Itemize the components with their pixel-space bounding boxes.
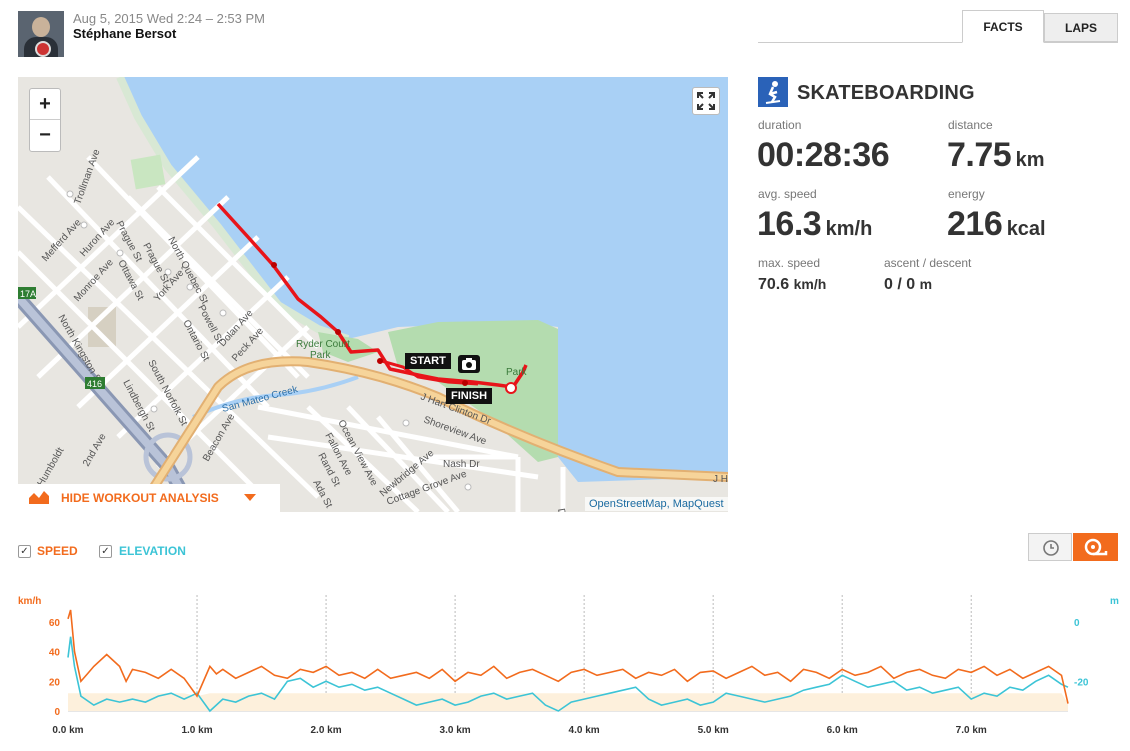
- speed-series-line: [67, 609, 1069, 704]
- hide-analysis-label: HIDE WORKOUT ANALYSIS: [61, 491, 219, 505]
- zoom-control: + −: [29, 88, 61, 152]
- ascent-descent-unit: m: [919, 276, 933, 292]
- elevation-checkbox[interactable]: ✓: [99, 545, 112, 558]
- time-axis-button[interactable]: [1028, 533, 1072, 561]
- duration-value: 00:28:36: [757, 136, 890, 174]
- speed-axis-unit: km/h: [18, 596, 41, 607]
- hide-workout-analysis-toggle[interactable]: HIDE WORKOUT ANALYSIS: [18, 484, 280, 512]
- x-tick-label: 0.0 km: [52, 725, 83, 736]
- km-marker: [335, 329, 341, 335]
- sport-title: SKATEBOARDING: [797, 82, 975, 104]
- speed-tick-label: 40: [49, 648, 61, 659]
- max-speed-stat: 70.6 km/h: [758, 276, 826, 294]
- x-tick-label: 7.0 km: [956, 725, 987, 736]
- svg-text:416: 416: [87, 379, 102, 389]
- svg-text:Nash Dr: Nash Dr: [443, 459, 480, 470]
- distance-unit: km: [1015, 149, 1045, 171]
- max-speed-unit: km/h: [793, 276, 827, 292]
- x-tick-label: 2.0 km: [310, 725, 341, 736]
- max-speed-value: 70.6: [758, 276, 790, 293]
- duration-label: duration: [758, 118, 802, 132]
- analysis-icon: [29, 491, 49, 504]
- distance-label: distance: [948, 118, 993, 132]
- caret-down-icon: [244, 494, 256, 501]
- skateboard-icon: [758, 77, 788, 107]
- max-speed-label: max. speed: [758, 256, 821, 270]
- svg-text:Park: Park: [506, 367, 528, 378]
- avg-speed-stat: 16.3 km/h: [757, 205, 872, 244]
- ascent-descent-stat: 0 / 0 m: [884, 276, 932, 294]
- map-attribution[interactable]: OpenStreetMap, MapQuest: [585, 497, 728, 511]
- speed-checkbox[interactable]: ✓: [18, 545, 31, 558]
- x-tick-label: 1.0 km: [181, 725, 212, 736]
- km-marker: [271, 262, 277, 268]
- ascent-descent-label: ascent / descent: [884, 256, 972, 270]
- energy-unit: kcal: [1006, 218, 1046, 240]
- speed-tick-label: 20: [49, 677, 61, 688]
- tape-measure-icon: [1084, 538, 1108, 556]
- svg-text:17A: 17A: [20, 289, 36, 299]
- x-tick-label: 3.0 km: [440, 725, 471, 736]
- distance-value: 7.75: [947, 136, 1012, 174]
- elevation-axis-unit: m: [1110, 596, 1119, 607]
- zoom-out-button[interactable]: −: [30, 120, 60, 150]
- zoom-in-button[interactable]: +: [30, 89, 60, 120]
- workout-date: Aug 5, 2015 Wed 2:24 – 2:53 PM: [73, 11, 266, 26]
- speed-tick-label: 0: [54, 707, 60, 718]
- speed-area: [68, 693, 1068, 711]
- speed-elevation-chart[interactable]: 0.0 km 1.0 km 2.0 km 3.0 km 4.0 km 5.0 km 6.0 …: [0, 585, 1130, 751]
- tab-laps[interactable]: LAPS: [1044, 13, 1118, 42]
- distance-axis-button[interactable]: [1073, 533, 1118, 561]
- camera-icon[interactable]: [458, 355, 480, 373]
- elevation-tick-label: -20: [1074, 677, 1089, 688]
- avg-speed-unit: km/h: [825, 218, 873, 240]
- avg-speed-value: 16.3: [757, 205, 822, 243]
- end-marker: [505, 382, 517, 394]
- km-marker: [462, 380, 468, 386]
- speed-tick-label: 60: [49, 618, 61, 629]
- elevation-tick-label: 0: [1074, 618, 1080, 629]
- tab-facts[interactable]: FACTS: [962, 10, 1044, 43]
- x-tick-label: 4.0 km: [569, 725, 600, 736]
- x-tick-label: 5.0 km: [698, 725, 729, 736]
- x-tick-label: 6.0 km: [827, 725, 858, 736]
- energy-value: 216: [947, 205, 1003, 243]
- user-name[interactable]: Stéphane Bersot: [73, 26, 176, 41]
- avg-speed-label: avg. speed: [758, 187, 817, 201]
- speed-toggle-label[interactable]: SPEED: [37, 544, 78, 558]
- fullscreen-icon[interactable]: [692, 87, 720, 115]
- finish-label: FINISH: [446, 388, 493, 404]
- ascent-descent-value: 0 / 0: [884, 276, 916, 293]
- clock-icon: [1043, 540, 1059, 556]
- energy-stat: 216 kcal: [947, 205, 1046, 244]
- svg-text:Park: Park: [310, 350, 332, 361]
- svg-text:J Hart: J Hart: [713, 474, 728, 485]
- elevation-toggle-label[interactable]: ELEVATION: [119, 544, 186, 558]
- avatar[interactable]: [18, 11, 64, 57]
- map-canvas: Trollman Ave Prague St Mefferd Ave Huron…: [18, 77, 728, 512]
- distance-stat: 7.75 km: [947, 136, 1045, 175]
- energy-label: energy: [948, 187, 985, 201]
- svg-text:Ryder Court: Ryder Court: [296, 339, 350, 350]
- start-label: START: [405, 353, 451, 369]
- workout-map[interactable]: Trollman Ave Prague St Mefferd Ave Huron…: [18, 77, 728, 512]
- km-marker: [377, 358, 383, 364]
